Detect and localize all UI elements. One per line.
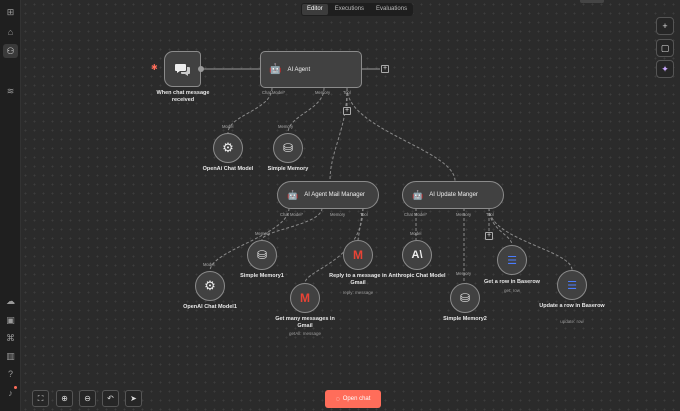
port-tool: Tool	[486, 212, 494, 217]
gmail-icon: M	[353, 248, 363, 262]
anthropic-chat-model-node[interactable]: A\	[402, 240, 432, 270]
ai-update-title: AI Update Manger	[429, 192, 478, 198]
port-model-label: Model	[203, 262, 215, 267]
ai-agent-node[interactable]: 🤖 AI Agent	[260, 51, 362, 88]
port-memory-label: Memory	[255, 231, 271, 236]
wire-tool-mail	[329, 87, 348, 182]
ai-agent-title: AI Agent	[287, 66, 311, 73]
get-many-messages-label: Get many messages in Gmail	[275, 316, 335, 329]
port-memory: Memory	[315, 90, 331, 95]
robot-icon: 🤖	[269, 64, 282, 75]
simple-memory1-node[interactable]: ⛁	[247, 240, 277, 270]
get-row-sublabel: get: row	[503, 288, 520, 293]
port-memory: Memory	[456, 212, 472, 217]
get-row-label: Get a row in Baserow	[484, 279, 540, 285]
anthropic-icon: A\	[411, 249, 423, 261]
simple-memory-label: Simple Memory	[267, 166, 309, 172]
ai-agent-mail-manager-node[interactable]: 🤖 AI Agent Mail Manager	[277, 181, 379, 209]
workflow-editor: ⊞ ⌂ ⚇ ≋ ☁ ▣ ⌘ ▥ ? ♪ Editor Executions Ev…	[0, 0, 680, 411]
port-chat-model: Chat Model*	[404, 212, 428, 217]
port-model-label: Model	[222, 124, 234, 129]
chat-bubbles-icon	[174, 63, 190, 76]
openai-chat-model-node[interactable]: ⚙	[213, 133, 243, 163]
fit-view-button[interactable]: ⛶	[32, 390, 49, 407]
simple-memory-node[interactable]: ⛁	[273, 133, 303, 163]
port-model-label: Model	[410, 231, 422, 236]
wire-tool-update	[346, 87, 456, 182]
port-tool: Tool	[343, 90, 351, 95]
robot-icon: 🤖	[287, 189, 299, 200]
port-chat-model: Chat Model*	[280, 212, 304, 217]
trigger-indicator-icon: ✱	[151, 63, 158, 72]
zoom-in-button[interactable]: ⊕	[56, 390, 73, 407]
simple-memory2-node[interactable]: ⛁	[450, 283, 480, 313]
open-chat-button[interactable]: ◌ Open chat	[325, 390, 381, 408]
openai-icon: ⚙	[222, 140, 234, 155]
undo-button[interactable]: ↶	[102, 390, 119, 407]
openai-icon: ⚙	[204, 278, 216, 293]
anthropic-chat-model-label: Anthropic Chat Model	[388, 273, 446, 279]
openai-chat-model1-label: OpenAI Chat Model1	[183, 304, 237, 310]
reply-gmail-node[interactable]: M	[343, 240, 373, 270]
port-memory-label: Memory	[456, 271, 472, 276]
port-chat-model: Chat Model*	[262, 90, 286, 95]
simple-memory2-label: Simple Memory2	[443, 316, 487, 322]
robot-icon: 🤖	[412, 189, 424, 200]
database-icon: ⛁	[282, 141, 294, 155]
database-icon: ⛁	[459, 291, 471, 305]
get-row-baserow-node[interactable]: ☰	[497, 245, 527, 275]
chat-trigger-label: When chat message received	[156, 90, 210, 103]
database-icon: ⛁	[256, 248, 268, 262]
get-many-messages-node[interactable]: M	[290, 283, 320, 313]
get-many-messages-sublabel: getAll: message	[288, 331, 322, 336]
port-tool: Tool	[360, 212, 368, 217]
gmail-icon: M	[300, 291, 310, 305]
add-tool-plus-icon[interactable]: +	[343, 107, 351, 115]
update-row-sublabel: update: row	[560, 319, 584, 324]
trigger-output-port[interactable]	[198, 66, 204, 72]
open-chat-label: Open chat	[342, 396, 371, 402]
port-memory-label: Memory	[278, 124, 294, 129]
baserow-icon: ☰	[567, 279, 577, 292]
simple-memory1-label: Simple Memory1	[240, 273, 284, 279]
baserow-icon: ☰	[507, 254, 517, 267]
openai-chat-model1-node[interactable]: ⚙	[195, 271, 225, 301]
add-next-node-plus-icon[interactable]: +	[381, 65, 389, 73]
ai-agent-mail-title: AI Agent Mail Manager	[304, 192, 365, 198]
chat-trigger-node[interactable]	[164, 51, 201, 87]
add-tool-plus-icon[interactable]: +	[485, 232, 493, 240]
zoom-out-button[interactable]: ⊖	[79, 390, 96, 407]
update-row-label: Update a row in Baserow	[539, 303, 605, 309]
ai-update-manager-node[interactable]: 🤖 AI Update Manger	[402, 181, 504, 209]
reply-gmail-sublabel: reply: message	[342, 290, 374, 295]
select-tool-button[interactable]: ➤	[125, 390, 142, 407]
port-memory: Memory	[330, 212, 346, 217]
update-row-baserow-node[interactable]: ☰	[557, 270, 587, 300]
chat-icon: ◌	[335, 395, 340, 403]
